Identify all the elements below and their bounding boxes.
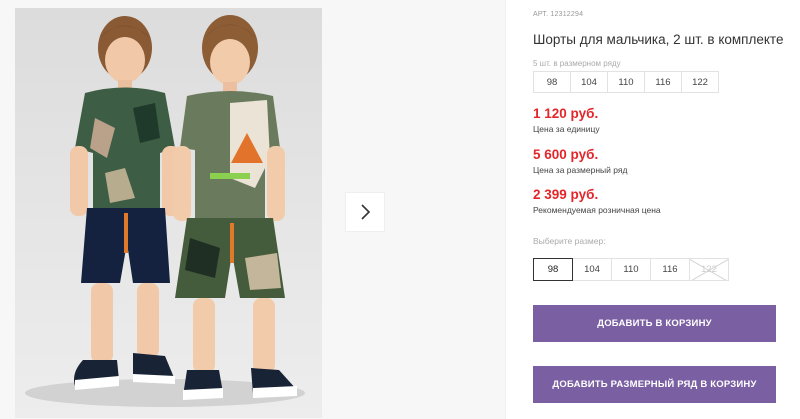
retail-price: 2 399 руб. — [533, 187, 599, 202]
size-row-item: 116 — [644, 71, 682, 93]
size-row-item: 122 — [681, 71, 719, 93]
size-row-item: 110 — [607, 71, 645, 93]
product-title: Шорты для мальчика, 2 шт. в комплекте — [533, 32, 784, 47]
boys-photo-illustration — [25, 15, 305, 407]
unit-price-note: Цена за единицу — [533, 124, 600, 134]
size-option-116[interactable]: 116 — [650, 258, 690, 281]
product-photo[interactable] — [15, 8, 322, 418]
chevron-right-icon — [361, 204, 371, 220]
choose-size-label: Выберите размер: — [533, 236, 606, 246]
gallery-next-button[interactable] — [346, 193, 384, 231]
divider — [505, 0, 506, 419]
size-row-price-note: Цена за размерный ряд — [533, 165, 628, 175]
unit-price: 1 120 руб. — [533, 106, 599, 121]
size-option-110[interactable]: 110 — [611, 258, 651, 281]
size-option-98[interactable]: 98 — [533, 258, 573, 281]
size-row-price: 5 600 руб. — [533, 147, 599, 162]
size-selector: 98 104 110 116 122 — [533, 258, 729, 281]
size-option-104[interactable]: 104 — [572, 258, 612, 281]
size-row-item: 104 — [570, 71, 608, 93]
size-row-item: 98 — [533, 71, 571, 93]
size-option-122[interactable]: 122 — [689, 258, 729, 281]
size-row-label: 5 шт. в размерном ряду — [533, 59, 621, 68]
retail-price-note: Рекомендуемая розничная цена — [533, 205, 661, 215]
add-to-cart-button[interactable]: ДОБАВИТЬ В КОРЗИНУ — [533, 305, 776, 342]
add-size-row-to-cart-button[interactable]: ДОБАВИТЬ РАЗМЕРНЫЙ РЯД В КОРЗИНУ — [533, 366, 776, 403]
size-row-list: 98 104 110 116 122 — [533, 71, 719, 93]
article-number: АРТ. 12312294 — [533, 11, 584, 18]
